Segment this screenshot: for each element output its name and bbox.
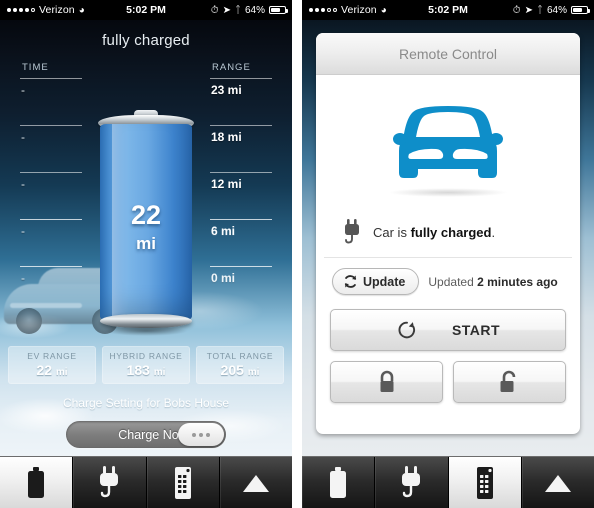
tab-bar-left[interactable] xyxy=(0,456,292,508)
remote-control-card: Remote Control Car is fully charged. Upd… xyxy=(316,33,580,434)
status-suffix: . xyxy=(491,224,496,240)
update-button-label: Update xyxy=(363,274,406,289)
range-card-title: TOTAL RANGE xyxy=(206,351,274,361)
unlock-button[interactable] xyxy=(453,361,566,403)
gauge-range-value: 6 mi xyxy=(211,224,236,238)
range-card-hybrid: HYBRID RANGE 183 mi xyxy=(102,346,190,384)
charge-gauge: TIME RANGE - 23 mi - 18 mi - 12 mi - 6 m… xyxy=(0,62,292,336)
gauge-range-value: 0 mi xyxy=(211,271,236,285)
start-button-label: START xyxy=(451,322,501,338)
charge-setting-label: Charge Setting for Bobs House xyxy=(62,396,230,410)
gauge-time-value: - xyxy=(21,177,25,191)
range-card-value: 22 xyxy=(36,362,52,378)
triangle-icon xyxy=(544,474,571,492)
status-bar-time: 5:02 PM xyxy=(428,4,468,16)
refresh-icon xyxy=(344,275,357,288)
updated-emphasis: 2 minutes ago xyxy=(477,274,558,289)
battery-icon xyxy=(28,466,45,498)
gauge-time-value: - xyxy=(21,83,25,97)
update-timestamp: Updated 2 minutes ago xyxy=(428,275,557,289)
tab-bar-right[interactable] xyxy=(302,456,594,508)
status-prefix: Car is xyxy=(373,224,411,240)
range-card-unit: mi xyxy=(247,367,260,378)
range-card-ev: EV RANGE 22 mi xyxy=(8,346,96,384)
range-summary-cards: EV RANGE 22 mi HYBRID RANGE 183 mi TOTAL… xyxy=(8,346,284,384)
tab-battery[interactable] xyxy=(0,457,74,508)
updated-prefix: Updated xyxy=(428,274,478,289)
battery-status-icon xyxy=(571,6,590,14)
plug-icon xyxy=(345,219,359,244)
range-card-unit: mi xyxy=(55,367,68,378)
status-bar-left: Verizon ◕ 5:02 PM ⏱ ➤ ᛏ 64% xyxy=(0,0,292,20)
triangle-icon xyxy=(242,474,269,492)
page-title: fully charged xyxy=(102,32,190,49)
range-card-title: HYBRID RANGE xyxy=(109,351,183,361)
gauge-range-value: 18 mi xyxy=(211,130,242,144)
status-emphasis: fully charged xyxy=(410,224,492,240)
range-card-value: 183 xyxy=(126,362,150,378)
card-header: Remote Control xyxy=(316,33,580,75)
status-bar-right: Verizon ◕ 5:02 PM ⏱ ➤ ᛏ 64% xyxy=(302,0,594,20)
lock-closed-icon xyxy=(380,370,393,392)
time-column-header: TIME xyxy=(22,62,49,73)
tab-remote-control[interactable] xyxy=(146,457,220,508)
range-card-total: TOTAL RANGE 205 mi xyxy=(196,346,284,384)
charge-now-knob[interactable] xyxy=(178,423,224,446)
gauge-time-value: - xyxy=(21,271,25,285)
charge-now-toggle[interactable]: Charge Now xyxy=(66,421,226,448)
remote-control-view: Remote Control Car is fully charged. Upd… xyxy=(302,20,594,456)
tab-more[interactable] xyxy=(521,457,594,508)
charge-status-row: Car is fully charged. xyxy=(324,209,572,258)
left-phone-screen: Verizon ◕ 5:02 PM ⏱ ➤ ᛏ 64% fully charge… xyxy=(0,0,292,508)
battery-status-icon xyxy=(269,6,288,14)
car-illustration xyxy=(316,81,580,203)
remote-actions: START xyxy=(316,301,580,403)
dual-screenshot-stage: Verizon ◕ 5:02 PM ⏱ ➤ ᛏ 64% fully charge… xyxy=(0,0,594,508)
charge-status-text: Car is fully charged. xyxy=(373,225,495,240)
battery-range-unit: mi xyxy=(136,234,156,253)
tab-charging[interactable] xyxy=(375,457,449,508)
plug-icon xyxy=(100,465,119,497)
lock-button-row xyxy=(330,361,566,403)
plug-icon xyxy=(402,465,421,497)
ignition-icon xyxy=(398,321,415,339)
range-column-header: RANGE xyxy=(212,62,251,73)
tab-battery[interactable] xyxy=(302,457,376,508)
update-button[interactable]: Update xyxy=(332,268,420,295)
lock-button[interactable] xyxy=(330,361,443,403)
battery-icon xyxy=(330,466,347,498)
gauge-range-value: 12 mi xyxy=(211,177,242,191)
start-button[interactable]: START xyxy=(330,309,566,351)
gauge-range-value: 23 mi xyxy=(211,83,242,97)
range-card-value: 205 xyxy=(220,362,244,378)
tab-more[interactable] xyxy=(219,457,292,508)
gauge-time-value: - xyxy=(21,130,25,144)
car-front-icon xyxy=(393,106,503,178)
gauge-time-value: - xyxy=(21,224,25,238)
tab-charging[interactable] xyxy=(73,457,147,508)
page-title: Remote Control xyxy=(398,45,498,62)
range-card-unit: mi xyxy=(153,367,166,378)
update-row: Update Updated 2 minutes ago xyxy=(316,258,580,301)
battery-gauge: 22 mi xyxy=(98,110,194,336)
status-bar-time: 5:02 PM xyxy=(126,4,166,16)
remote-icon xyxy=(476,466,493,499)
charge-status-view: fully charged TIME RANGE - 23 mi - 18 mi… xyxy=(0,20,292,456)
lock-open-icon xyxy=(500,370,515,392)
range-card-title: EV RANGE xyxy=(27,351,77,361)
remote-icon xyxy=(174,466,191,499)
right-phone-screen: Verizon ◕ 5:02 PM ⏱ ➤ ᛏ 64% Remote Contr… xyxy=(302,0,594,508)
tab-remote-control[interactable] xyxy=(448,457,522,508)
battery-range-value: 22 xyxy=(130,200,162,230)
